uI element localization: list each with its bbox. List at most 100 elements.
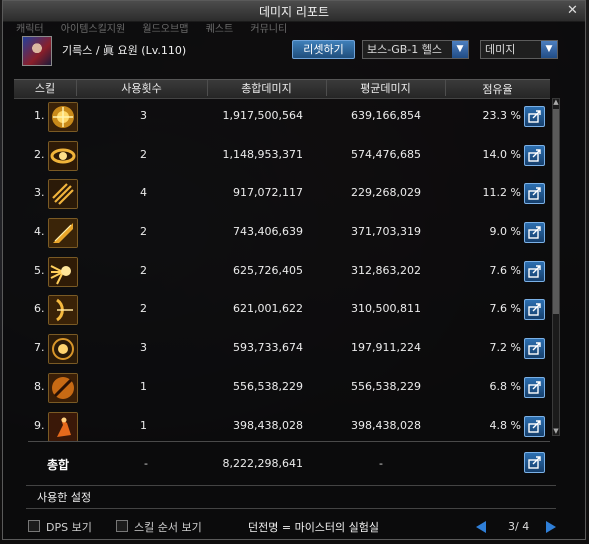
row-share: 7.2 %	[489, 341, 521, 355]
table-scrollbar[interactable]: ▲ ▼	[552, 98, 560, 436]
row-rank: 7.	[34, 341, 45, 355]
row-total: 556,538,229	[233, 379, 303, 393]
row-total: 398,438,028	[233, 418, 303, 432]
share-icon[interactable]	[524, 376, 545, 398]
dungeon-legend: 던전명 = 마이스터의 실험실	[248, 521, 380, 534]
dps-view-checkbox[interactable]	[28, 520, 40, 532]
spin-slash-skill-icon	[48, 140, 78, 171]
row-average: 310,500,811	[351, 302, 421, 316]
row-total: 1,917,500,564	[222, 109, 303, 122]
light-burst-skill-icon	[48, 256, 78, 287]
row-average: 556,538,229	[351, 379, 421, 393]
prev-page-icon[interactable]	[476, 521, 486, 533]
row-share: 23.3 %	[482, 109, 521, 122]
reset-button[interactable]: 리셋하기	[292, 40, 355, 59]
row-rank: 8.	[34, 379, 45, 393]
row-share: 7.6 %	[489, 302, 521, 316]
skill-table-body: 1. 3 1,917,500,564 639,166,854 23.3 % 2.…	[14, 98, 550, 446]
row-average: 229,268,029	[351, 186, 421, 200]
metric-dropdown-value: 데미지	[485, 43, 516, 56]
skill-order-checkbox[interactable]	[116, 520, 128, 532]
chevron-down-icon: ▼	[541, 41, 557, 58]
bg-tab: 퀘스트	[205, 24, 234, 35]
col-skill: 스킬	[14, 80, 77, 96]
row-average: 639,166,854	[351, 109, 421, 122]
total-label: 총합	[47, 458, 70, 472]
scroll-thumb[interactable]	[553, 109, 559, 314]
share-icon[interactable]	[524, 452, 545, 473]
row-count: 2	[140, 263, 147, 277]
skill-order-label: 스킬 순서 보기	[134, 521, 202, 534]
total-count: -	[144, 457, 148, 470]
background-tabs: 캐릭터 아이템스킬지원 월드오브맵 퀘스트 커뮤니티	[16, 20, 301, 35]
page-indicator: 3/ 4	[508, 520, 530, 533]
table-row: 1. 3 1,917,500,564 639,166,854 23.3 %	[14, 98, 550, 137]
row-count: 2	[140, 302, 147, 316]
gold-burst-skill-icon	[48, 102, 78, 132]
row-share: 9.0 %	[489, 225, 521, 239]
col-total: 총합데미지	[207, 80, 327, 96]
col-average: 평균데미지	[326, 80, 446, 96]
row-share: 11.2 %	[482, 186, 521, 200]
golden-edge-skill-icon	[48, 218, 78, 249]
next-page-icon[interactable]	[546, 521, 556, 533]
row-rank: 9.	[34, 418, 45, 432]
character-name: 기륵스 / 眞 요원 (Lv.110)	[62, 44, 187, 57]
row-count: 4	[140, 186, 147, 200]
share-icon[interactable]	[524, 222, 545, 244]
slash-disc-skill-icon	[48, 372, 78, 403]
share-icon[interactable]	[524, 299, 545, 321]
metric-dropdown[interactable]: 데미지 ▼	[480, 40, 558, 59]
share-icon[interactable]	[524, 183, 545, 205]
row-rank: 3.	[34, 186, 45, 200]
bg-tab: 커뮤니티	[250, 24, 288, 35]
dps-view-label: DPS 보기	[46, 521, 92, 534]
col-share: 점유율	[482, 83, 513, 96]
settings-label[interactable]: 사용한 설정	[37, 489, 91, 505]
row-total: 621,001,622	[233, 302, 303, 316]
scroll-down-icon[interactable]: ▼	[552, 427, 560, 436]
row-total: 917,072,117	[233, 186, 303, 200]
share-icon[interactable]	[524, 106, 545, 127]
row-rank: 1.	[34, 109, 45, 122]
row-average: 398,438,028	[351, 418, 421, 432]
triple-strike-skill-icon	[48, 179, 78, 210]
boss-dropdown[interactable]: 보스-GB-1 헬스 ▼	[362, 40, 469, 59]
table-row: 7. 3 593,733,674 197,911,224 7.2 %	[14, 330, 550, 369]
table-row: 2. 2 1,148,953,371 574,476,685 14.0 %	[14, 137, 550, 176]
row-total: 1,148,953,371	[222, 147, 303, 161]
row-share: 7.6 %	[489, 263, 521, 277]
bg-tab: 아이템스킬지원	[60, 24, 126, 35]
row-average: 371,703,319	[351, 225, 421, 239]
share-icon[interactable]	[524, 338, 545, 360]
row-count: 2	[140, 225, 147, 239]
row-rank: 5.	[34, 263, 45, 277]
row-share: 4.8 %	[489, 418, 521, 432]
share-icon[interactable]	[524, 144, 545, 166]
bg-tab: 월드오브맵	[142, 24, 189, 35]
row-rank: 2.	[34, 147, 45, 161]
character-avatar	[22, 36, 52, 66]
row-count: 3	[140, 341, 147, 355]
total-average: -	[379, 457, 383, 470]
row-share: 6.8 %	[489, 379, 521, 393]
table-row: 8. 1 556,538,229 556,538,229 6.8 %	[14, 369, 550, 408]
close-icon[interactable]: ✕	[566, 4, 579, 17]
title-bar[interactable]: 데미지 리포트 ✕	[3, 1, 585, 22]
table-row: 3. 4 917,072,117 229,268,029 11.2 %	[14, 175, 550, 214]
table-row: 6. 2 621,001,622 310,500,811 7.6 %	[14, 291, 550, 330]
row-rank: 4.	[34, 225, 45, 239]
share-icon[interactable]	[524, 260, 545, 282]
orb-target-skill-icon	[48, 334, 78, 365]
row-share: 14.0 %	[482, 147, 521, 161]
row-count: 2	[140, 147, 147, 161]
divider	[28, 441, 550, 442]
crescent-bow-skill-icon	[48, 295, 78, 326]
col-count: 사용횟수	[76, 80, 208, 96]
row-count: 1	[140, 418, 147, 432]
share-icon[interactable]	[524, 415, 545, 437]
row-count: 1	[140, 379, 147, 393]
row-average: 312,863,202	[351, 263, 421, 277]
row-total: 625,726,405	[233, 263, 303, 277]
scroll-up-icon[interactable]: ▲	[552, 98, 560, 107]
